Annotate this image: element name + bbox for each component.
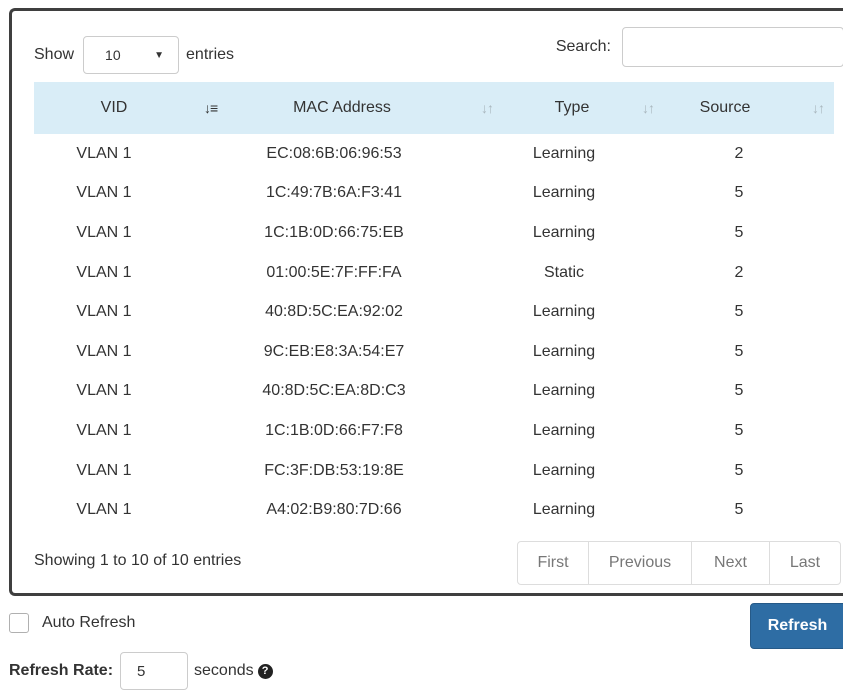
cell-source: 5 [734,223,744,241]
last-page-button[interactable]: Last [769,541,841,585]
search-input[interactable] [622,27,843,67]
pagination: First Previous Next Last [517,541,841,585]
cell-source: 5 [734,461,744,479]
cell-source: 2 [734,144,744,162]
cell-type: Learning [532,184,596,202]
cell-type: Learning [532,421,596,439]
cell-vid: VLAN 1 [76,421,132,439]
cell-mac-address: 1C:49:7B:6A:F3:41 [265,184,403,202]
refresh-rate: Refresh Rate: 5 seconds ? [9,652,273,690]
column-header-vid[interactable]: VID ↓≡ [34,82,234,134]
cell-type: Learning [532,342,596,360]
cell-vid: VLAN 1 [76,263,132,281]
cell-source: 5 [734,184,744,202]
cell-source: 5 [734,303,744,321]
table-row: VLAN 1 40:8D:5C:EA:8D:C3 Learning 5 [34,372,834,412]
cell-type: Learning [532,461,596,479]
table-info: Showing 1 to 10 of 10 entries [34,552,242,569]
cell-source: 5 [734,421,744,439]
cell-vid: VLAN 1 [76,501,132,519]
cell-mac-address: 9C:EB:E8:3A:54:E7 [263,342,405,360]
cell-type: Static [543,263,584,281]
refresh-rate-label: Refresh Rate: [9,662,114,679]
cell-vid: VLAN 1 [76,461,132,479]
column-header-type[interactable]: Type ↓↑ [504,82,664,134]
next-page-button[interactable]: Next [691,541,770,585]
length-menu-suffix: entries [186,46,235,63]
table-row: VLAN 1 FC:3F:DB:53:19:8E Learning 5 [34,451,834,491]
table-row: VLAN 1 A4:02:B9:80:7D:66 Learning 5 [34,490,834,530]
column-header-label: Type [554,99,590,116]
cell-vid: VLAN 1 [76,144,132,162]
table-row: VLAN 1 1C:1B:0D:66:F7:F8 Learning 5 [34,411,834,451]
column-header-label: VID [100,99,128,116]
refresh-button[interactable]: Refresh [750,603,843,649]
cell-mac-address: 40:8D:5C:EA:92:02 [265,303,403,321]
cell-type: Learning [532,382,596,400]
auto-refresh: Auto Refresh [9,613,135,633]
cell-source: 5 [734,501,744,519]
sort-both-icon: ↓↑ [812,100,825,116]
cell-type: Learning [532,144,596,162]
sort-both-icon: ↓↑ [481,100,494,116]
cell-mac-address: FC:3F:DB:53:19:8E [264,461,404,479]
cell-mac-address: 40:8D:5C:EA:8D:C3 [262,382,406,400]
cell-type: Learning [532,223,596,241]
cell-vid: VLAN 1 [76,303,132,321]
cell-mac-address: 1C:1B:0D:66:75:EB [264,223,404,241]
sort-both-icon: ↓↑ [642,100,655,116]
cell-vid: VLAN 1 [76,184,132,202]
table-row: VLAN 1 1C:49:7B:6A:F3:41 Learning 5 [34,174,834,214]
column-header-label: Source [699,99,751,116]
refresh-rate-input[interactable]: 5 [120,652,189,690]
column-header-source[interactable]: Source ↓↑ [664,82,834,134]
cell-source: 5 [734,382,744,400]
table-row: VLAN 1 40:8D:5C:EA:92:02 Learning 5 [34,292,834,332]
refresh-rate-unit: seconds [194,662,254,679]
column-header-mac-address[interactable]: MAC Address ↓↑ [234,82,504,134]
column-header-label: MAC Address [293,99,391,116]
length-menu: Show 10 ▼ entries [34,36,234,74]
auto-refresh-checkbox[interactable] [9,613,29,633]
cell-mac-address: 01:00:5E:7F:FF:FA [266,263,402,281]
auto-refresh-label: Auto Refresh [42,614,136,631]
cell-vid: VLAN 1 [76,223,132,241]
cell-mac-address: EC:08:6B:06:96:53 [266,144,402,162]
search-area: Search: [556,27,843,67]
previous-page-button[interactable]: Previous [588,541,692,585]
mac-address-table: VID ↓≡ MAC Address ↓↑ Type ↓↑ Source ↓↑ [34,82,834,530]
table-row: VLAN 1 EC:08:6B:06:96:53 Learning 2 [34,134,834,174]
cell-source: 2 [734,263,744,281]
sort-amount-down-icon: ↓≡ [204,100,218,116]
cell-mac-address: 1C:1B:0D:66:F7:F8 [265,421,403,439]
cell-vid: VLAN 1 [76,382,132,400]
entries-select-value: 10 [105,47,121,63]
table-header-row: VID ↓≡ MAC Address ↓↑ Type ↓↑ Source ↓↑ [34,82,834,134]
cell-source: 5 [734,342,744,360]
cell-type: Learning [532,501,596,519]
first-page-button[interactable]: First [517,541,589,585]
cell-vid: VLAN 1 [76,342,132,360]
table-row: VLAN 1 01:00:5E:7F:FF:FA Static 2 [34,253,834,293]
mac-table-panel: Show 10 ▼ entries Search: VID ↓≡ MAC Add… [9,8,843,596]
cell-type: Learning [532,303,596,321]
entries-select[interactable]: 10 ▼ [83,36,180,74]
length-menu-prefix: Show [34,46,75,63]
caret-down-icon: ▼ [154,49,165,61]
table-row: VLAN 1 9C:EB:E8:3A:54:E7 Learning 5 [34,332,834,372]
cell-mac-address: A4:02:B9:80:7D:66 [266,501,402,519]
question-circle-icon[interactable]: ? [257,663,273,679]
search-label: Search: [555,38,611,55]
table-row: VLAN 1 1C:1B:0D:66:75:EB Learning 5 [34,213,834,253]
